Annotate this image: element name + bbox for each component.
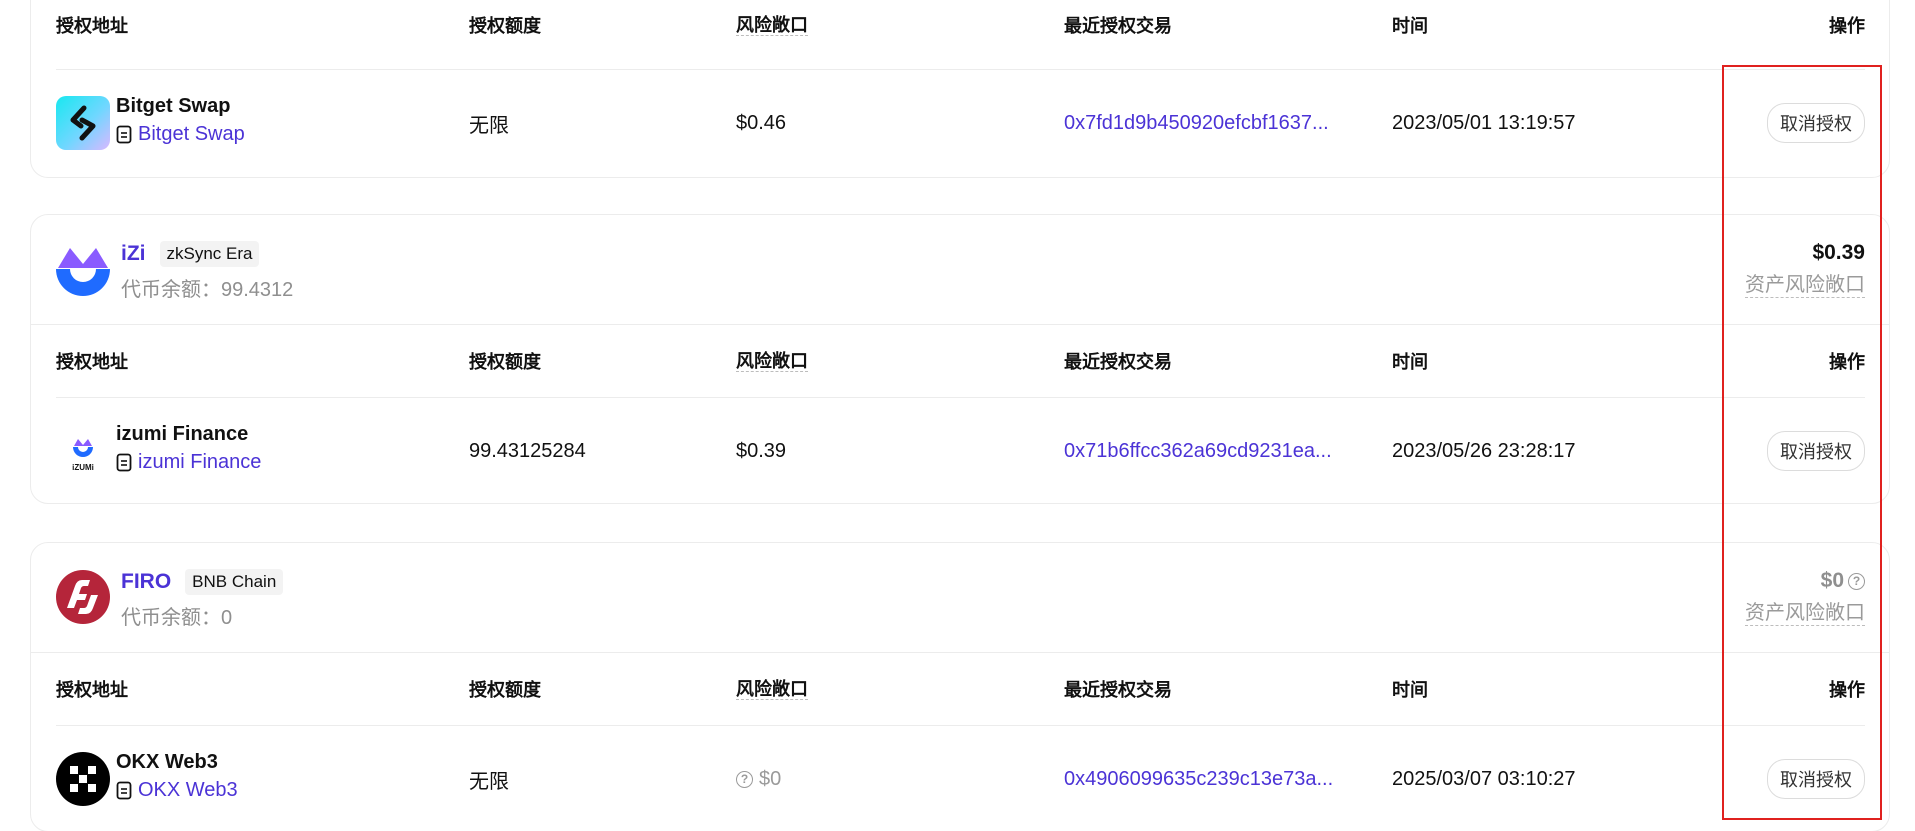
chain-tag: BNB Chain	[185, 569, 284, 595]
approval-time: 2023/05/01 13:19:57	[1392, 111, 1576, 134]
recent-tx-link[interactable]: 0x7fd1d9b450920efcbf1637...	[1064, 69, 1329, 177]
column-header-action: 操作	[1829, 352, 1865, 372]
approval-amount: 99.43125284	[469, 439, 586, 462]
column-header-spender: 授权地址	[56, 352, 128, 372]
spender-contract-link[interactable]: izumi Finance	[116, 451, 261, 474]
action-cell: 取消授权	[1767, 397, 1865, 505]
table-header: 授权地址 授权额度 风险敞口 最近授权交易 时间 操作	[56, 653, 1865, 726]
token-approval-card: iZi zkSync Era 代币余额：99.4312 $0.39 资产风险敞口…	[30, 214, 1890, 504]
risk-exposure: ? $0	[736, 725, 781, 831]
column-header-tx: 最近授权交易	[1064, 352, 1172, 372]
column-header-amount: 授权额度	[469, 16, 541, 36]
table-header: 授权地址 授权额度 风险敞口 最近授权交易 时间 操作	[56, 0, 1865, 70]
approval-amount: 无限	[469, 770, 509, 793]
column-header-spender: 授权地址	[56, 16, 128, 36]
spender-contract-link[interactable]: OKX Web3	[116, 779, 238, 802]
approvals-page: 授权地址 授权额度 风险敞口 最近授权交易 时间 操作 Bitget Swap	[0, 0, 1915, 831]
token-header: FIRO BNB Chain 代币余额：0 $0 ? 资产风险敞口	[31, 543, 1889, 653]
column-header-action: 操作	[1829, 680, 1865, 700]
token-header: iZi zkSync Era 代币余额：99.4312 $0.39 资产风险敞口	[31, 215, 1889, 325]
column-header-risk[interactable]: 风险敞口	[736, 0, 808, 69]
column-header-tx: 最近授权交易	[1064, 680, 1172, 700]
column-header-amount: 授权额度	[469, 352, 541, 372]
risk-exposure: $0.46	[736, 111, 787, 134]
contract-doc-icon	[116, 781, 132, 800]
recent-tx-link[interactable]: 0x4906099635c239c13e73a...	[1064, 725, 1333, 831]
asset-exposure-value: $0 ?	[1821, 569, 1865, 593]
table-row: OKX Web3 OKX Web3 无限 ? $0 0x4906099635c2…	[56, 725, 1865, 831]
spender-name: Bitget Swap	[116, 95, 231, 117]
column-header-time: 时间	[1392, 352, 1428, 372]
column-header-time: 时间	[1392, 16, 1428, 36]
table-row: iZUMi izumi Finance izumi Finance 99.431…	[56, 397, 1865, 505]
token-name[interactable]: FIRO	[121, 570, 171, 594]
risk-exposure: $0.39	[736, 439, 787, 462]
spender-name: izumi Finance	[116, 423, 249, 445]
revoke-button[interactable]: 取消授权	[1767, 431, 1865, 471]
svg-text:iZUMi: iZUMi	[72, 463, 94, 472]
token-approval-card: FIRO BNB Chain 代币余额：0 $0 ? 资产风险敞口 授权地址 授…	[30, 542, 1890, 831]
token-title-line: FIRO BNB Chain	[121, 569, 284, 595]
approval-time: 2025/03/07 03:10:27	[1392, 767, 1576, 790]
token-name[interactable]: iZi	[121, 242, 146, 266]
bitget-swap-logo-icon	[56, 96, 110, 150]
approval-time: 2023/05/26 23:28:17	[1392, 439, 1576, 462]
column-header-spender: 授权地址	[56, 680, 128, 700]
asset-exposure-label[interactable]: 资产风险敞口	[1745, 601, 1865, 626]
approval-amount: 无限	[469, 114, 509, 137]
spender-name: OKX Web3	[116, 751, 218, 773]
action-cell: 取消授权	[1767, 725, 1865, 831]
chain-tag: zkSync Era	[159, 241, 260, 267]
column-header-action: 操作	[1829, 16, 1865, 36]
contract-doc-icon	[116, 125, 132, 144]
revoke-button[interactable]: 取消授权	[1767, 103, 1865, 143]
column-header-risk[interactable]: 风险敞口	[736, 653, 808, 725]
izumi-finance-logo-icon: iZUMi	[72, 439, 94, 472]
column-header-tx: 最近授权交易	[1064, 16, 1172, 36]
recent-tx-link[interactable]: 0x71b6ffcc362a69cd9231ea...	[1064, 397, 1332, 505]
token-title-line: iZi zkSync Era	[121, 241, 260, 267]
column-header-risk[interactable]: 风险敞口	[736, 325, 808, 397]
okx-web3-logo-icon	[56, 752, 110, 806]
spender-contract-link[interactable]: Bitget Swap	[116, 123, 245, 146]
contract-doc-icon	[116, 453, 132, 472]
token-balance: 代币余额：0	[121, 607, 233, 629]
revoke-button[interactable]: 取消授权	[1767, 759, 1865, 799]
help-icon[interactable]: ?	[1848, 572, 1865, 590]
column-header-time: 时间	[1392, 680, 1428, 700]
help-icon[interactable]: ?	[736, 770, 753, 788]
asset-exposure-label[interactable]: 资产风险敞口	[1745, 273, 1865, 298]
firo-logo-icon	[56, 570, 110, 624]
token-balance: 代币余额：99.4312	[121, 279, 294, 301]
izi-logo-icon	[56, 248, 110, 296]
table-row: Bitget Swap Bitget Swap 无限 $0.46 0x7fd1d…	[56, 69, 1865, 177]
table-header: 授权地址 授权额度 风险敞口 最近授权交易 时间 操作	[56, 325, 1865, 398]
column-header-amount: 授权额度	[469, 680, 541, 700]
approval-card: 授权地址 授权额度 风险敞口 最近授权交易 时间 操作 Bitget Swap	[30, 0, 1890, 178]
asset-exposure-value: $0.39	[1812, 241, 1865, 264]
action-cell: 取消授权	[1767, 69, 1865, 177]
